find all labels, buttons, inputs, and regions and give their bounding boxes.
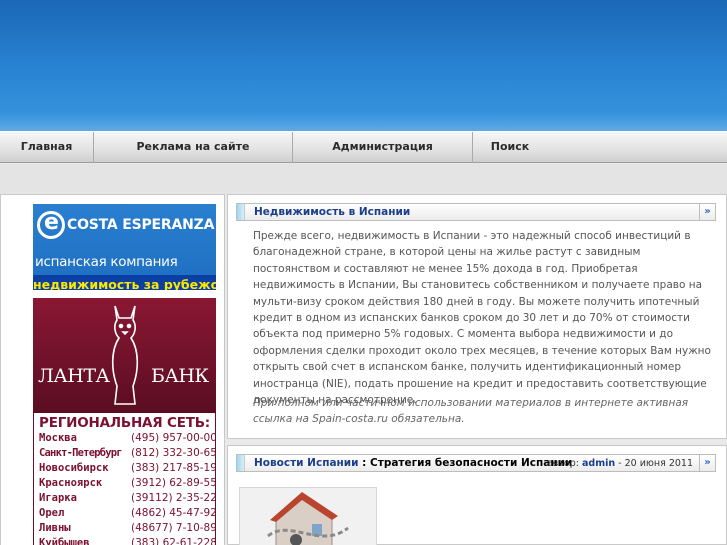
article-body: Прежде всего, недвижимость в Испании - э… <box>253 230 711 407</box>
article-titlebar: Новости Испании : Стратегия безопасности… <box>236 454 716 472</box>
network-city: Москва <box>39 432 77 444</box>
network-phone: (4862) 45-47-92 <box>131 507 216 519</box>
lanta-bank-banner[interactable]: ЛАНТА БАНК <box>33 298 216 413</box>
news-category-link[interactable]: Новости Испании <box>254 457 359 469</box>
meta-prefix: автор: <box>546 458 582 469</box>
network-title: РЕГИОНАЛЬНАЯ СЕТЬ: <box>39 415 211 431</box>
article-real-estate: Недвижимость в Испании » Прежде всего, н… <box>227 194 727 439</box>
banner-title: COSTA ESPERANZA <box>67 217 215 233</box>
copyright-note: При полном или частичном использовании м… <box>253 397 689 426</box>
house-chains-image-icon <box>240 488 376 545</box>
network-city: Ливны <box>39 522 71 534</box>
titlebar-marker-icon <box>237 455 245 471</box>
site-header <box>0 0 727 131</box>
banner-tagline: недвижимость за рубежом <box>33 275 216 290</box>
news-date: - 20 июня 2011 <box>615 458 693 469</box>
costa-esperanza-logo-icon <box>37 210 65 239</box>
network-city: Красноярск <box>39 477 103 489</box>
news-meta: автор: admin - 20 июня 2011 <box>547 458 693 469</box>
article-titlebar: Недвижимость в Испании » <box>236 203 716 221</box>
network-phone: (48677) 7-10-89 <box>131 522 216 534</box>
network-phone: (383) 217-85-19 <box>131 462 216 474</box>
news-thumbnail[interactable] <box>239 487 377 545</box>
network-city: Санкт-Петербург <box>39 447 123 459</box>
regional-network-banner[interactable]: РЕГИОНАЛЬНАЯ СЕТЬ: Москва (495) 957-00-0… <box>33 413 216 545</box>
spacer-strip <box>0 164 727 194</box>
nav-item-search[interactable]: Поиск <box>473 132 547 163</box>
main-nav: Главная Реклама на сайте Администрация П… <box>0 131 727 163</box>
network-city: Орел <box>39 507 65 519</box>
read-more-arrow-icon[interactable]: » <box>699 455 715 471</box>
nav-item-administration[interactable]: Администрация <box>293 132 473 163</box>
titlebar-marker-icon <box>237 204 245 220</box>
nav-item-home[interactable]: Главная <box>0 132 94 163</box>
network-city: Куйбышев <box>39 537 90 545</box>
article-news: Новости Испании : Стратегия безопасности… <box>227 445 727 545</box>
network-phone: (3912) 62-89-55 <box>131 477 216 489</box>
news-author-link[interactable]: admin <box>582 458 615 469</box>
news-title[interactable]: Стратегия безопасности Испании <box>370 457 572 469</box>
network-phone: (495) 957-00-00 <box>131 432 216 444</box>
bank-word: БАНК <box>151 365 209 387</box>
network-city: Игарка <box>39 492 77 504</box>
costa-esperanza-banner[interactable]: COSTA ESPERANZA испанская компания недви… <box>33 204 216 290</box>
article-title[interactable]: Недвижимость в Испании <box>254 206 410 218</box>
network-phone: (383) 62-61-228 <box>131 537 216 545</box>
network-phone: (812) 332-30-65 <box>131 447 216 459</box>
lanta-word: ЛАНТА <box>38 365 110 387</box>
network-phone: (39112) 2-35-22 <box>131 492 216 504</box>
sidebar: COSTA ESPERANZA испанская компания недви… <box>0 194 225 545</box>
nav-item-advertising[interactable]: Реклама на сайте <box>94 132 293 163</box>
network-city: Новосибирск <box>39 462 109 474</box>
news-title-line: Новости Испании : Стратегия безопасности… <box>254 457 572 469</box>
banner-subtitle: испанская компания <box>35 254 178 270</box>
title-separator: : <box>358 457 371 469</box>
cat-emblem-icon <box>111 305 139 405</box>
read-more-arrow-icon[interactable]: » <box>699 204 715 220</box>
